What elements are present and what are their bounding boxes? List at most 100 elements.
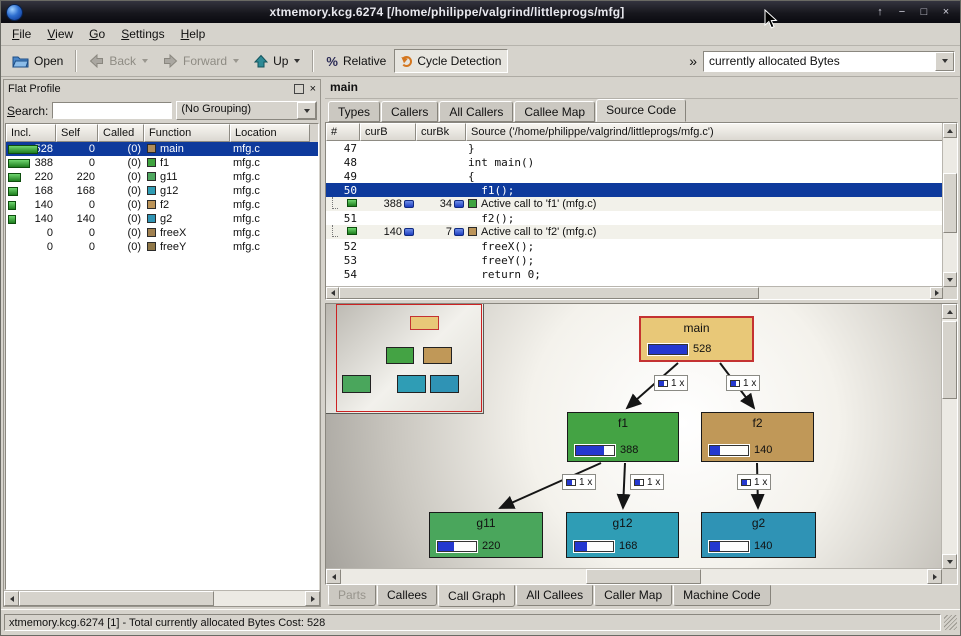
graph-node-g12[interactable]: g12168 bbox=[566, 512, 679, 558]
source-line-row[interactable]: 53 freeY(); bbox=[326, 253, 943, 267]
dock-header[interactable]: Flat Profile × bbox=[4, 80, 320, 98]
scroll-down-icon[interactable] bbox=[942, 554, 957, 569]
call-graph-view[interactable]: main528f1388f2140g11220g12168g21401 x1 x… bbox=[325, 303, 958, 585]
column-header-called[interactable]: Called bbox=[98, 124, 144, 142]
cycle-detection-toggle-button[interactable]: Cycle Detection bbox=[394, 49, 508, 73]
tab-types[interactable]: Types bbox=[328, 101, 380, 122]
menu-view[interactable]: View bbox=[39, 24, 81, 44]
menu-go[interactable]: Go bbox=[81, 24, 113, 44]
source-column-curb[interactable]: curB bbox=[360, 123, 416, 141]
tab-machine-code[interactable]: Machine Code bbox=[673, 585, 770, 606]
source-line-row[interactable]: 52 freeX(); bbox=[326, 239, 943, 253]
grouping-combo[interactable]: (No Grouping) bbox=[176, 101, 317, 120]
scroll-left-icon[interactable] bbox=[326, 287, 339, 299]
scrollbar-track[interactable] bbox=[942, 319, 957, 554]
back-button[interactable]: Back bbox=[82, 49, 155, 73]
column-header-self[interactable]: Self bbox=[56, 124, 98, 142]
graph-hscrollbar[interactable] bbox=[326, 568, 942, 584]
function-row-g2[interactable]: 140140(0)g2mfg.c bbox=[6, 212, 318, 226]
maximize-icon[interactable]: □ bbox=[915, 4, 933, 20]
source-table[interactable]: #curBcurBkSource ('/home/philippe/valgri… bbox=[326, 123, 943, 287]
scroll-right-icon[interactable] bbox=[930, 287, 943, 299]
source-hscrollbar[interactable] bbox=[326, 286, 943, 299]
column-header-function[interactable]: Function bbox=[144, 124, 230, 142]
call-graph-overview[interactable] bbox=[326, 304, 484, 414]
scrollbar-thumb[interactable] bbox=[942, 321, 957, 399]
forward-dropdown-icon[interactable] bbox=[233, 59, 239, 63]
menu-file[interactable]: File bbox=[4, 24, 39, 44]
menu-help[interactable]: Help bbox=[173, 24, 214, 44]
graph-node-main[interactable]: main528 bbox=[639, 316, 754, 362]
function-row-f1[interactable]: 3880(0)f1mfg.c bbox=[6, 156, 318, 170]
source-call-row[interactable]: 38834Active call to 'f1' (mfg.c) bbox=[326, 197, 943, 211]
source-line-row[interactable]: 49{ bbox=[326, 169, 943, 183]
graph-node-g11[interactable]: g11220 bbox=[429, 512, 543, 558]
toolbar-overflow-chevron[interactable]: » bbox=[684, 53, 702, 69]
source-line-row[interactable]: 48int main() bbox=[326, 155, 943, 169]
scrollbar-thumb[interactable] bbox=[943, 173, 957, 233]
source-line-row[interactable]: 50 f1(); bbox=[326, 183, 943, 197]
forward-button[interactable]: Forward bbox=[156, 49, 246, 73]
tab-callee-map[interactable]: Callee Map bbox=[514, 101, 595, 122]
up-button[interactable]: Up bbox=[247, 49, 307, 73]
grouping-dropdown-icon[interactable] bbox=[297, 102, 316, 119]
scroll-up-icon[interactable] bbox=[942, 304, 957, 319]
relative-toggle-button[interactable]: % Relative bbox=[319, 49, 393, 74]
scrollbar-thumb[interactable] bbox=[339, 287, 759, 299]
graph-node-f2[interactable]: f2140 bbox=[701, 412, 814, 462]
source-column-curbk[interactable]: curBk bbox=[416, 123, 466, 141]
dock-close-icon[interactable]: × bbox=[310, 84, 316, 95]
scroll-right-icon[interactable] bbox=[927, 569, 942, 584]
source-column-source-home-philippe-valgrind-littleprogs-mfg-c[interactable]: Source ('/home/philippe/valgrind/littlep… bbox=[466, 123, 943, 141]
menu-settings[interactable]: Settings bbox=[113, 24, 172, 44]
tab-callees[interactable]: Callees bbox=[377, 585, 437, 606]
scrollbar-track[interactable] bbox=[339, 287, 930, 299]
scroll-right-icon[interactable] bbox=[305, 591, 320, 606]
title-bar[interactable]: xtmemory.kcg.6274 [/home/philippe/valgri… bbox=[1, 1, 960, 23]
flat-profile-hscrollbar[interactable] bbox=[4, 590, 320, 606]
tab-all-callees[interactable]: All Callees bbox=[516, 585, 593, 606]
scrollbar-thumb[interactable] bbox=[586, 569, 701, 584]
column-header-incl[interactable]: Incl. bbox=[6, 124, 56, 142]
resize-grip[interactable] bbox=[944, 615, 957, 630]
minimize-icon[interactable]: − bbox=[893, 4, 911, 20]
source-call-row[interactable]: 1407Active call to 'f2' (mfg.c) bbox=[326, 225, 943, 239]
graph-vscrollbar[interactable] bbox=[941, 304, 957, 569]
source-column-line[interactable]: # bbox=[326, 123, 360, 141]
source-vscrollbar[interactable] bbox=[942, 123, 957, 287]
back-dropdown-icon[interactable] bbox=[142, 59, 148, 63]
function-row-main[interactable]: 5280(0)mainmfg.c bbox=[6, 142, 318, 156]
function-row-g12[interactable]: 168168(0)g12mfg.c bbox=[6, 184, 318, 198]
scroll-left-icon[interactable] bbox=[4, 591, 19, 606]
open-button[interactable]: Open bbox=[5, 49, 70, 73]
event-combo-dropdown-icon[interactable] bbox=[935, 52, 954, 71]
scroll-up-icon[interactable] bbox=[943, 123, 957, 138]
column-header-location[interactable]: Location bbox=[230, 124, 310, 142]
source-line-row[interactable]: 54 return 0; bbox=[326, 267, 943, 281]
function-row-f2[interactable]: 1400(0)f2mfg.c bbox=[6, 198, 318, 212]
scroll-left-icon[interactable] bbox=[326, 569, 341, 584]
close-icon[interactable]: × bbox=[937, 4, 955, 20]
graph-node-g2[interactable]: g2140 bbox=[701, 512, 816, 558]
dock-float-icon[interactable] bbox=[294, 84, 304, 94]
tab-all-callers[interactable]: All Callers bbox=[439, 101, 513, 122]
scroll-down-icon[interactable] bbox=[943, 272, 957, 287]
event-type-combo[interactable]: currently allocated Bytes bbox=[703, 51, 955, 72]
scrollbar-track[interactable] bbox=[341, 569, 927, 584]
shade-icon[interactable]: ↑ bbox=[871, 4, 889, 20]
graph-node-f1[interactable]: f1388 bbox=[567, 412, 679, 462]
source-line-row[interactable]: 51 f2(); bbox=[326, 211, 943, 225]
scrollbar-track[interactable] bbox=[19, 591, 305, 606]
scrollbar-track[interactable] bbox=[943, 138, 957, 272]
function-row-freey[interactable]: 00(0)freeYmfg.c bbox=[6, 240, 318, 254]
function-row-freex[interactable]: 00(0)freeXmfg.c bbox=[6, 226, 318, 240]
call-graph-canvas[interactable]: main528f1388f2140g11220g12168g21401 x1 x… bbox=[326, 304, 942, 569]
function-row-g11[interactable]: 220220(0)g11mfg.c bbox=[6, 170, 318, 184]
source-line-row[interactable]: 47} bbox=[326, 141, 943, 155]
tab-source-code[interactable]: Source Code bbox=[596, 99, 686, 122]
search-input[interactable] bbox=[52, 102, 172, 119]
up-dropdown-icon[interactable] bbox=[294, 59, 300, 63]
tab-parts[interactable]: Parts bbox=[328, 585, 376, 606]
tab-callers[interactable]: Callers bbox=[381, 101, 438, 122]
scrollbar-thumb[interactable] bbox=[19, 591, 214, 606]
